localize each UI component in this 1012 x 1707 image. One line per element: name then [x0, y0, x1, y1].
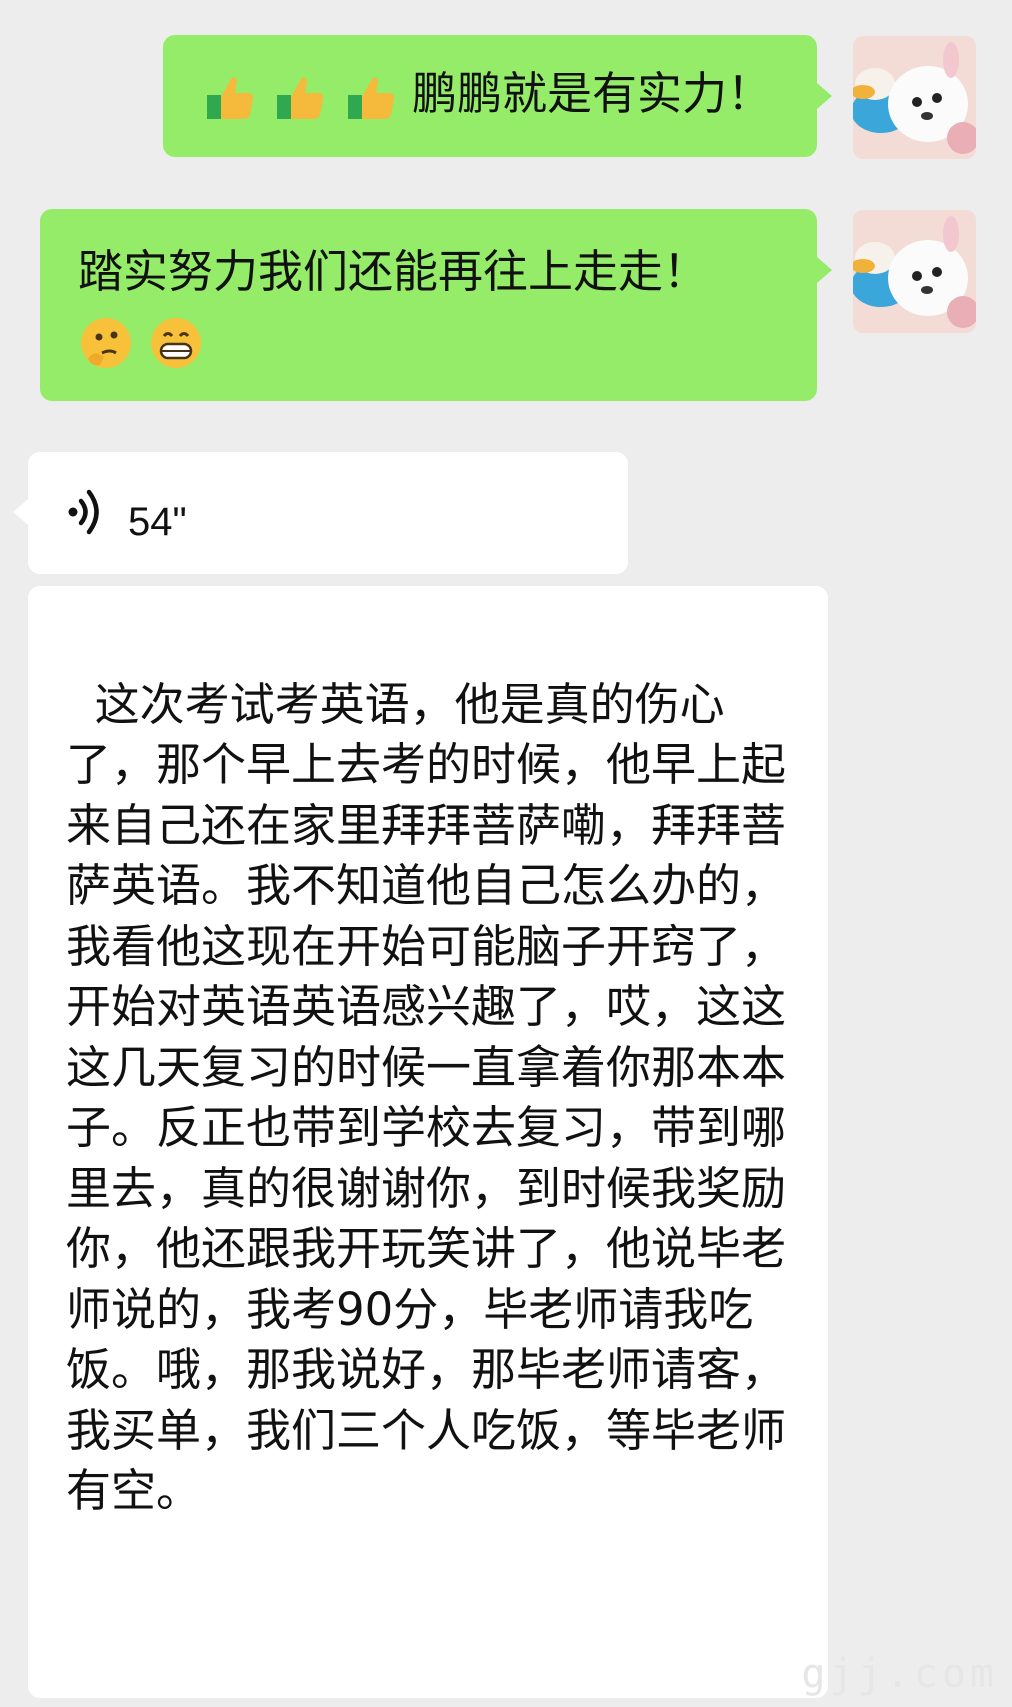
message-text: 踏实努力我们还能再往上走走！ — [78, 245, 709, 298]
bubble-tail — [817, 83, 832, 109]
thumbs-up-icon — [201, 67, 271, 120]
voice-duration: 54" — [128, 500, 187, 544]
sent-message-bubble[interactable]: 鹏鹏就是有实力！ — [163, 35, 817, 157]
grinning-face-icon — [148, 313, 204, 368]
voice-transcript-bubble[interactable]: 这次考试考英语，他是真的伤心了，那个早上去考的时候，他早上起来自己还在家里拜拜菩… — [28, 586, 828, 1698]
watermark: gjj.com — [801, 1651, 998, 1697]
thumbs-up-icon — [342, 67, 412, 120]
dog-photo-icon — [853, 210, 976, 333]
bubble-tail — [13, 499, 28, 525]
transcript-text: 这次考试考英语，他是真的伤心了，那个早上去考的时候，他早上起来自己还在家里拜拜菩… — [66, 677, 787, 1518]
message-text: 鹏鹏就是有实力！ — [411, 67, 772, 120]
user-avatar[interactable] — [853, 210, 976, 333]
dog-photo-icon — [853, 36, 976, 159]
thinking-face-icon — [78, 313, 148, 368]
sent-message-bubble[interactable]: 踏实努力我们还能再往上走走！ — [40, 209, 817, 401]
voice-message-bubble[interactable]: 54" — [28, 452, 628, 574]
user-avatar[interactable] — [853, 36, 976, 159]
thumbs-up-icon — [271, 67, 341, 120]
voice-wave-icon — [68, 486, 104, 558]
bubble-tail — [817, 257, 832, 283]
